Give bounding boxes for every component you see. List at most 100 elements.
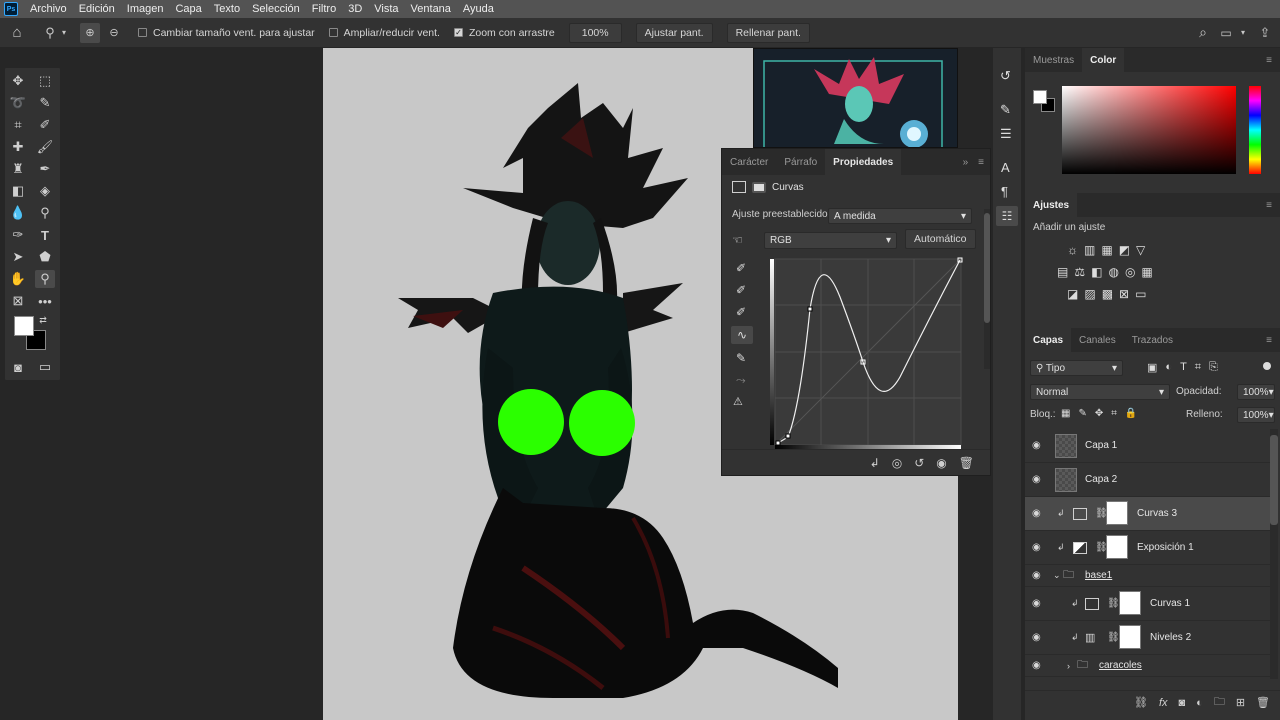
scrubby-zoom-checkbox[interactable]: ✓ — [453, 28, 463, 37]
path-select-icon[interactable]: ➤ — [8, 248, 28, 266]
menu-capa[interactable]: Capa — [169, 3, 207, 15]
panel-menu-icon[interactable]: ≡ — [1258, 328, 1280, 352]
fx-icon[interactable]: fx — [1159, 697, 1168, 709]
filter-type-icon[interactable]: T — [1180, 361, 1187, 374]
zoom-value-field[interactable]: 100% — [568, 22, 622, 43]
tab-canales[interactable]: Canales — [1071, 328, 1124, 352]
channel-select[interactable]: RGB ▾ — [764, 232, 897, 249]
new-layer-icon[interactable]: ⊞ — [1236, 696, 1245, 709]
chevron-down-icon[interactable]: ▾ — [58, 28, 70, 37]
more-tools-icon[interactable]: ••• — [35, 292, 55, 310]
tab-color[interactable]: Color — [1082, 48, 1125, 72]
visibility-eye-icon[interactable]: ◉ — [1032, 508, 1041, 519]
healing-brush-icon[interactable]: ✚ — [8, 138, 28, 156]
clip-to-layer-icon[interactable]: ↲ — [870, 456, 880, 470]
threshold-icon[interactable]: ▩ — [1102, 287, 1113, 301]
resize-windows-checkbox[interactable] — [138, 28, 147, 37]
link-icon[interactable]: ⛓ — [1107, 598, 1120, 609]
paragraph-icon[interactable]: ¶ — [1001, 184, 1008, 199]
vibrance-icon[interactable]: ▽ — [1136, 243, 1145, 257]
lasso-tool-icon[interactable]: ➰ — [8, 94, 28, 112]
sliders-icon[interactable]: ☰ — [1000, 126, 1012, 142]
menu-ayuda[interactable]: Ayuda — [457, 3, 500, 15]
black-white-icon[interactable]: ◧ — [1091, 265, 1102, 279]
reset-icon[interactable]: ↺ — [914, 456, 924, 470]
collapse-icon[interactable]: » — [959, 149, 973, 175]
menu-3d[interactable]: 3D — [342, 3, 368, 15]
properties-icon[interactable]: ☷ — [996, 206, 1018, 226]
curves-adjustment-icon[interactable] — [732, 181, 746, 193]
menu-seleccion[interactable]: Selección — [246, 3, 306, 15]
zoom-out-icon[interactable]: ⊖ — [104, 23, 124, 43]
view-previous-icon[interactable]: ◎ — [892, 456, 902, 470]
lock-artboard-icon[interactable]: ⌗ — [1111, 408, 1117, 419]
exposure-icon[interactable]: ◩ — [1119, 243, 1130, 257]
dodge-tool-icon[interactable]: ⚲ — [35, 204, 55, 222]
invert-icon[interactable]: ◪ — [1067, 287, 1078, 301]
new-group-icon[interactable]: 🗀 — [1214, 693, 1225, 712]
auto-button[interactable]: Automático — [905, 229, 976, 249]
zoom-in-icon[interactable]: ⊕ — [80, 22, 100, 43]
panel-menu-icon[interactable]: ≡ — [1258, 193, 1280, 217]
panel-menu-icon[interactable]: ≡ — [972, 149, 990, 175]
layer-group-row[interactable]: ◉ › 🗀 caracoles — [1025, 655, 1270, 677]
mask-icon[interactable] — [752, 181, 766, 193]
search-icon[interactable]: ⌕ — [1190, 24, 1216, 41]
swap-colors-icon[interactable]: ⇄ — [37, 314, 49, 326]
tab-caracter[interactable]: Carácter — [722, 149, 776, 175]
quick-select-tool-icon[interactable]: ✎ — [35, 94, 55, 112]
link-icon[interactable]: ⛓ — [1107, 632, 1120, 643]
marquee-tool-icon[interactable]: ⬚ — [35, 72, 55, 90]
lock-pixels-icon[interactable]: ✎ — [1078, 408, 1086, 419]
white-point-eyedropper-icon[interactable]: ✐ — [736, 305, 746, 319]
properties-scrollbar[interactable] — [984, 209, 990, 369]
pencil-icon[interactable]: ✎ — [736, 351, 746, 365]
menu-vista[interactable]: Vista — [368, 3, 404, 15]
filter-adjustment-icon[interactable]: ◐ — [1165, 361, 1172, 374]
menu-archivo[interactable]: Archivo — [24, 3, 73, 15]
selective-color-icon[interactable]: ⊠ — [1119, 287, 1129, 301]
menu-edicion[interactable]: Edición — [73, 3, 121, 15]
chevron-down-icon[interactable]: ⌄ — [1053, 570, 1061, 581]
quick-mask-icon[interactable]: ◙ — [8, 358, 28, 376]
filter-toggle[interactable] — [1263, 362, 1271, 370]
zoom-tool-icon[interactable]: ⚲ — [35, 270, 55, 288]
new-adjustment-icon[interactable]: ◐ — [1196, 697, 1203, 709]
channel-mixer-icon[interactable]: ◎ — [1125, 265, 1135, 279]
visibility-eye-icon[interactable]: ◉ — [1032, 570, 1041, 581]
target-adjust-icon[interactable]: ☜ — [732, 233, 743, 247]
visibility-eye-icon[interactable]: ◉ — [936, 456, 946, 470]
crop-tool-icon[interactable]: ⌗ — [8, 116, 28, 134]
zoom-all-option[interactable]: Ampliar/reducir vent. — [328, 27, 440, 39]
color-picker-field[interactable] — [1062, 86, 1236, 174]
hand-tool-icon[interactable]: ✋ — [8, 270, 28, 288]
visibility-eye-icon[interactable]: ◉ — [1032, 598, 1041, 609]
color-lookup-icon[interactable]: ▦ — [1141, 265, 1152, 279]
layer-mask-thumbnail[interactable] — [1106, 501, 1128, 525]
zoom-all-checkbox[interactable] — [328, 28, 338, 37]
filter-pixel-icon[interactable]: ▣ — [1147, 361, 1157, 374]
smooth-icon[interactable]: ⤳ — [736, 373, 746, 388]
blend-mode-select[interactable]: Normal ▾ — [1030, 384, 1170, 400]
lock-all-icon[interactable]: 🔒 — [1125, 408, 1137, 419]
menu-filtro[interactable]: Filtro — [306, 3, 342, 15]
visibility-eye-icon[interactable]: ◉ — [1032, 660, 1041, 671]
reference-image-window[interactable] — [753, 48, 958, 150]
filter-shape-icon[interactable]: ⌗ — [1195, 361, 1201, 374]
layer-row[interactable]: ◉ Capa 2 — [1025, 463, 1270, 497]
visibility-eye-icon[interactable]: ◉ — [1032, 474, 1041, 485]
filter-smart-icon[interactable]: ⎘ — [1209, 361, 1218, 374]
blur-tool-icon[interactable]: 💧 — [8, 204, 28, 222]
visibility-eye-icon[interactable]: ◉ — [1032, 632, 1041, 643]
layer-row[interactable]: ◉ ↲ ▥ ⛓ Niveles 2 — [1025, 621, 1270, 655]
visibility-eye-icon[interactable]: ◉ — [1032, 542, 1041, 553]
resize-windows-option[interactable]: Cambiar tamaño vent. para ajustar — [138, 27, 315, 39]
character-icon[interactable]: A — [1001, 160, 1010, 175]
tab-trazados[interactable]: Trazados — [1124, 328, 1181, 352]
curves-graph[interactable] — [770, 257, 966, 449]
chevron-down-icon[interactable]: ▾ — [1236, 28, 1250, 37]
hue-slider[interactable] — [1249, 86, 1261, 174]
fit-screen-button[interactable]: Ajustar pant. — [635, 22, 713, 43]
curve-points-icon[interactable]: ∿ — [731, 326, 753, 344]
layer-row[interactable]: ◉ Capa 1 — [1025, 429, 1270, 463]
